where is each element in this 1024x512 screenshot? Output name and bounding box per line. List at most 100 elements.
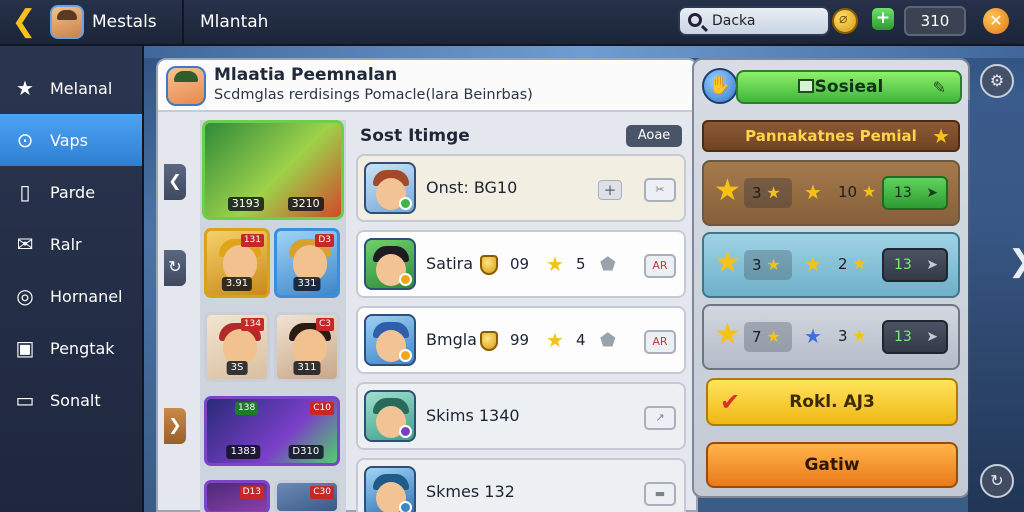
player-avatar bbox=[364, 390, 416, 442]
search-icon bbox=[688, 13, 702, 27]
pencil-icon: ✎ bbox=[932, 78, 946, 97]
chevron-right-icon[interactable]: ❯ bbox=[1008, 244, 1024, 279]
player-name: Onst: BG10 bbox=[426, 178, 518, 197]
star-icon: ★ bbox=[546, 328, 564, 352]
hero-card[interactable]: D13 bbox=[204, 480, 270, 512]
list-header: Sost Itimge Aoae bbox=[350, 120, 686, 152]
list-item[interactable]: Onst: BG10 + ✂ bbox=[356, 154, 686, 222]
list-title: Sost Itimge bbox=[360, 126, 470, 146]
hero-card[interactable]: 131 3.91 bbox=[204, 228, 270, 298]
back-arrow-icon[interactable]: ❮ bbox=[8, 7, 40, 39]
social-button[interactable]: Sosieal ✎ bbox=[736, 70, 962, 104]
reward-count: 2 ★ bbox=[838, 254, 867, 273]
sidebar-item-label: Ralr bbox=[50, 234, 82, 254]
rank-badge-icon bbox=[480, 255, 498, 275]
star-icon: ★ bbox=[16, 76, 34, 100]
sidebar-item-label: Pengtak bbox=[50, 338, 115, 358]
sidebar-item-label: Hornanel bbox=[50, 286, 123, 306]
hero-card[interactable]: 134 3S bbox=[204, 312, 270, 382]
hero-card-epic[interactable]: 138 C10 1383 D310 bbox=[204, 396, 340, 466]
section-title: Mlantah bbox=[200, 12, 269, 32]
player-rank: 09 bbox=[510, 255, 530, 273]
reward-claim-button[interactable]: 13 ➤ bbox=[882, 320, 948, 354]
refresh-icon[interactable]: ↻ bbox=[980, 464, 1014, 498]
panel-avatar bbox=[166, 66, 206, 106]
player-name: Satira bbox=[426, 254, 474, 273]
sidebar-item-parde[interactable]: ▯ Parde bbox=[0, 166, 142, 218]
reward-pill-value: 7 bbox=[752, 328, 762, 346]
settings-icon[interactable]: ⚙ bbox=[980, 64, 1014, 98]
list-item[interactable]: Skims 1340 ↗ bbox=[356, 382, 686, 450]
row-action-button[interactable]: AR bbox=[644, 330, 676, 354]
sidebar-item-ralr[interactable]: ✉ Ralr bbox=[0, 218, 142, 270]
mail-icon: ✉ bbox=[16, 232, 34, 256]
star-icon: ★ bbox=[714, 317, 741, 352]
claim-all-button[interactable]: ✔ Rokl. AJ3 bbox=[706, 378, 958, 426]
hero-tag: C30 bbox=[310, 486, 334, 499]
app-title: Mestals bbox=[92, 12, 157, 32]
add-icon[interactable]: + bbox=[598, 180, 622, 200]
hero-level: 1383 bbox=[226, 445, 261, 459]
reward-claim-button[interactable]: 13 ➤ bbox=[882, 248, 948, 282]
sidebar-item-hornanel[interactable]: ◎ Hornanel bbox=[0, 270, 142, 322]
background-strip bbox=[144, 46, 1024, 58]
reward-count: 10 ★ bbox=[838, 182, 876, 201]
refresh-icon[interactable]: ↻ bbox=[164, 250, 186, 286]
plus-icon[interactable]: + bbox=[872, 8, 894, 30]
player-avatar[interactable] bbox=[50, 5, 84, 39]
reward-card[interactable]: ★ 7 ★ ★ 3 ★ 13 ➤ bbox=[702, 304, 960, 370]
player-name: Skims 1340 bbox=[426, 406, 520, 425]
hero-tag: D3 bbox=[315, 234, 334, 247]
list-item[interactable]: Skmes 132 ▬ bbox=[356, 458, 686, 512]
arrow-right-icon: ➤ bbox=[926, 185, 938, 201]
star-icon: ★ bbox=[932, 124, 950, 148]
close-icon[interactable]: ✕ bbox=[983, 8, 1009, 34]
reward-count-value: 3 bbox=[838, 327, 848, 345]
hero-card[interactable]: D3 331 bbox=[274, 228, 340, 298]
gear-circle-icon: ⊙ bbox=[16, 128, 34, 152]
list-item[interactable]: Satira 09 ★ 5 ⬟ AR bbox=[356, 230, 686, 298]
hand-icon[interactable]: ✋ bbox=[702, 68, 738, 104]
ring-icon: ◎ bbox=[16, 284, 34, 308]
orange-action-button[interactable]: Gatiw bbox=[706, 442, 958, 488]
list-item[interactable]: Bmgla 99 ★ 4 ⬟ AR bbox=[356, 306, 686, 374]
hero-level: 331 bbox=[293, 277, 321, 291]
hero-level: 3.91 bbox=[221, 277, 253, 291]
player-name: Skmes 132 bbox=[426, 482, 515, 501]
search-input[interactable] bbox=[712, 12, 822, 30]
sidebar-item-vaps[interactable]: ⊙ Vaps bbox=[0, 114, 142, 166]
search-box[interactable] bbox=[678, 6, 830, 36]
sidebar-item-pengtak[interactable]: ▣ Pengtak bbox=[0, 322, 142, 374]
header-divider bbox=[182, 0, 184, 46]
reward-claim-button[interactable]: 13 ➤ bbox=[882, 176, 948, 210]
sidebar-item-melanal[interactable]: ★ Melanal bbox=[0, 62, 142, 114]
list-action-button[interactable]: Aoae bbox=[626, 125, 682, 147]
claim-all-label: Rokl. AJ3 bbox=[789, 392, 875, 412]
image-icon bbox=[798, 79, 814, 93]
hero-level: 3193 bbox=[227, 197, 264, 211]
sidebar-item-label: Parde bbox=[50, 182, 96, 202]
reward-claim-value: 13 bbox=[894, 185, 912, 201]
star-icon: ★ bbox=[766, 327, 781, 346]
star-icon: ★ bbox=[852, 254, 867, 273]
chevron-right-icon[interactable]: ❯ bbox=[164, 408, 186, 444]
player-avatar bbox=[364, 466, 416, 512]
star-icon: ★ bbox=[766, 255, 781, 274]
hero-card[interactable]: C30 bbox=[274, 480, 340, 512]
reward-pill-value: 3 bbox=[752, 256, 762, 274]
reward-card[interactable]: ★ 3 ★ ★ 2 ★ 13 ➤ bbox=[702, 232, 960, 298]
featured-hero-card[interactable]: 3193 3210 bbox=[202, 120, 344, 220]
reward-pill: 3 ★ bbox=[744, 178, 792, 208]
tools-icon[interactable]: ✂ bbox=[644, 178, 676, 202]
row-action-button[interactable]: ▬ bbox=[644, 482, 676, 506]
row-action-button[interactable]: ↗ bbox=[644, 406, 676, 430]
chevron-left-icon[interactable]: ❮ bbox=[164, 164, 186, 200]
row-action-button[interactable]: AR bbox=[644, 254, 676, 278]
sidebar-item-sonalt[interactable]: ▭ Sonalt bbox=[0, 374, 142, 426]
rank-badge-icon bbox=[480, 331, 498, 351]
hero-card[interactable]: C3 311 bbox=[274, 312, 340, 382]
orange-action-label: Gatiw bbox=[804, 455, 860, 475]
coin-icon[interactable] bbox=[832, 8, 858, 34]
player-avatar bbox=[364, 162, 416, 214]
reward-card[interactable]: ★ 3 ★ ★ 10 ★ 13 ➤ bbox=[702, 160, 960, 226]
